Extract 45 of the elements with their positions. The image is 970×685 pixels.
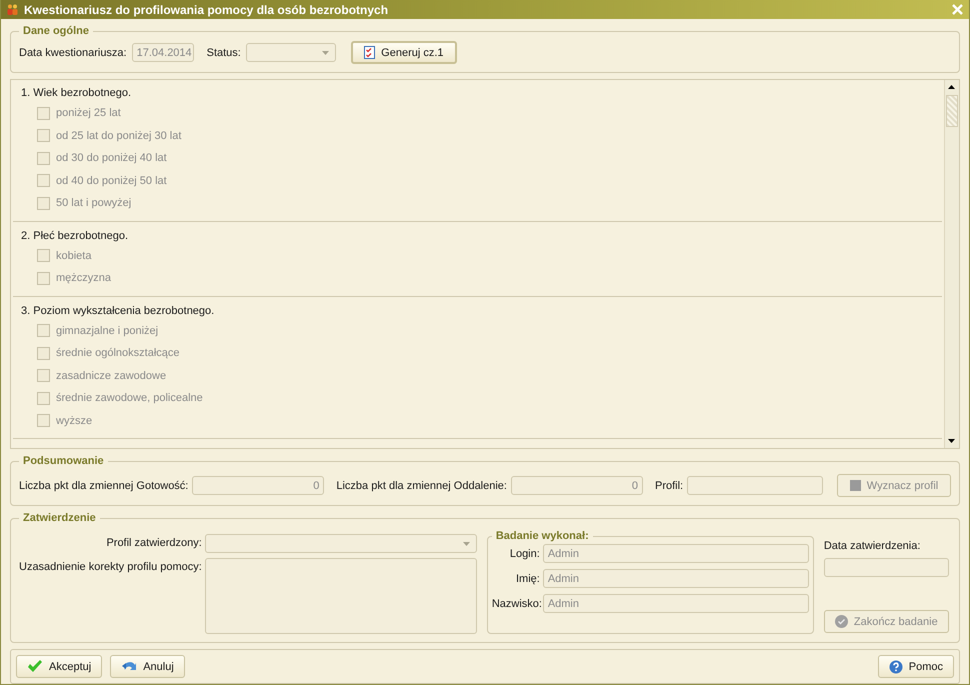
square-icon [850, 480, 861, 491]
input-field[interactable]: Admin [542, 594, 809, 613]
generate-button[interactable]: Generuj cz.1 [350, 41, 457, 64]
caret-icon [462, 542, 470, 546]
field-label: Status: [206, 46, 241, 58]
field-label: Liczba pkt dla zmiennej Gotowość: [19, 480, 188, 492]
accept-button[interactable]: Akceptuj [16, 655, 102, 678]
readiness-field[interactable]: 0 [192, 476, 324, 495]
status-dropdown[interactable] [246, 43, 336, 62]
field-label: Imię: [514, 572, 540, 584]
help-icon [888, 660, 903, 674]
group-title: Podsumowanie [22, 455, 105, 467]
field-label: Data zatwierdzenia: [824, 540, 922, 552]
input-field[interactable]: Admin [542, 544, 809, 563]
field-label: Data kwestionariusza: [19, 46, 127, 58]
help-button[interactable]: Pomoc [878, 655, 954, 678]
question-title: 2. Płeć bezrobotnego. [20, 228, 130, 244]
group-title: Dane ogólne [22, 25, 90, 37]
distance-field[interactable]: 0 [510, 476, 643, 495]
question-title: 3. Poziom wykształcenia bezrobotnego. [20, 304, 216, 318]
checklist-icon [364, 46, 376, 59]
checkmark-icon [27, 660, 43, 673]
field-label: Liczba pkt dla zmiennej Oddalenie: [336, 480, 507, 492]
field-label: Nazwisko: [492, 598, 540, 610]
field-label: Profil zatwierdzony: [105, 536, 202, 551]
field-label: Login: [508, 548, 540, 560]
date-field[interactable] [824, 558, 949, 577]
profile-dropdown[interactable] [204, 534, 477, 553]
window-title: Kwestionariusz do profilowania pomocy dla osób bezrobotnych [24, 2, 390, 16]
profile-field[interactable] [687, 476, 824, 495]
date-field[interactable]: 17.04.2014 [132, 43, 194, 62]
check-circle-icon [834, 615, 848, 628]
scroll-thumb[interactable] [946, 95, 958, 127]
people-icon [7, 4, 18, 15]
scrollbar[interactable] [944, 80, 959, 448]
field-label: Uzasadnienie korekty profilu pomocy: [19, 560, 202, 575]
cancel-button[interactable]: Anuluj [110, 655, 185, 678]
caret-icon [322, 50, 329, 54]
group-title: Zatwierdzenie [22, 512, 97, 524]
close-icon[interactable] [952, 4, 963, 15]
input-field[interactable]: Admin [542, 569, 809, 588]
field-label: Profil: [654, 480, 684, 492]
group-title: Badanie wykonał: [494, 530, 590, 542]
justification-field[interactable] [204, 558, 477, 634]
question-title: 1. Wiek bezrobotnego. [20, 86, 132, 101]
